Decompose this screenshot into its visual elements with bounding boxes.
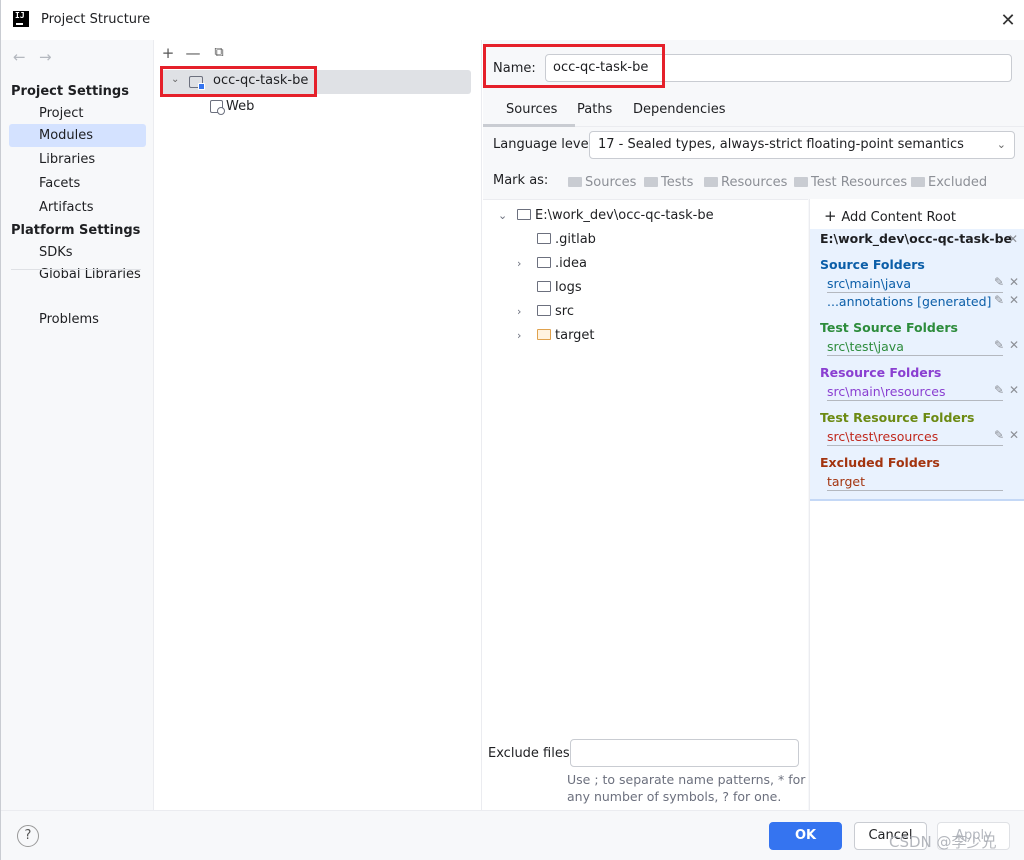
chevron-right-icon[interactable]: ›: [517, 329, 521, 342]
excluded-folder-icon: [537, 329, 551, 340]
window-title: Project Structure: [41, 12, 151, 27]
highlight-box: [160, 66, 317, 97]
close-icon[interactable]: ✕: [997, 10, 1019, 32]
remove-icon[interactable]: ✕: [1009, 338, 1019, 352]
copy-icon[interactable]: ⧉: [210, 45, 228, 60]
content-root-box: E:\work_dev\occ-qc-task-be ✕ Source Fold…: [810, 229, 1024, 501]
module-settings-pane: Name: occ-qc-task-be Sources Paths Depen…: [483, 40, 1024, 810]
test-source-folders-title: Test Source Folders: [820, 320, 958, 335]
folder-icon: [517, 209, 531, 220]
chevron-down-icon: ⌄: [996, 138, 1006, 151]
mark-as-tests[interactable]: Tests: [644, 175, 693, 190]
folder-icon: [537, 305, 551, 316]
remove-icon[interactable]: ✕: [1009, 275, 1019, 289]
folder-icon: [537, 281, 551, 292]
sidebar-item-problems[interactable]: Problems: [9, 308, 146, 331]
test-source-folder-item: src\test\java: [827, 338, 1003, 356]
folder-icon: [537, 233, 551, 244]
add-icon: +: [824, 207, 842, 225]
mark-as-excluded[interactable]: Excluded: [911, 175, 987, 190]
active-tab-indicator: [483, 124, 575, 127]
tree-item-idea[interactable]: .idea: [537, 256, 587, 271]
chevron-right-icon[interactable]: ›: [517, 305, 521, 318]
file-tree: ⌄ E:\work_dev\occ-qc-task-be .gitlab › .…: [483, 199, 808, 810]
facet-web[interactable]: Web: [226, 99, 254, 114]
source-folder-item: ...annotations [generated]: [827, 294, 992, 309]
title-bar: IJ Project Structure ✕: [1, 0, 1024, 40]
watermark: CSDN @李少兄: [889, 833, 997, 851]
folder-icon: [537, 257, 551, 268]
remove-icon[interactable]: ✕: [1009, 293, 1019, 307]
web-facet-icon: [210, 100, 225, 115]
remove-content-root-icon[interactable]: ✕: [1008, 232, 1018, 246]
sidebar-item-libraries[interactable]: Libraries: [9, 148, 146, 171]
project-structure-dialog: IJ Project Structure ✕ ← → Project Setti…: [0, 0, 1024, 860]
add-icon[interactable]: +: [159, 44, 177, 62]
modules-tree-pane: + — ⧉ ⌄ occ-qc-task-be Web: [155, 40, 482, 810]
language-level-value: 17 - Sealed types, always-strict floatin…: [598, 137, 964, 152]
source-folders-title: Source Folders: [820, 257, 925, 272]
back-arrow-icon[interactable]: ←: [13, 48, 26, 66]
sidebar-item-artifacts[interactable]: Artifacts: [9, 196, 146, 219]
exclude-files-input[interactable]: [570, 739, 799, 767]
add-content-root-button[interactable]: + Add Content Root: [824, 207, 956, 225]
tree-root[interactable]: E:\work_dev\occ-qc-task-be: [517, 208, 714, 223]
edit-icon[interactable]: ✎: [994, 338, 1004, 352]
chevron-down-icon[interactable]: ⌄: [498, 209, 507, 222]
edit-icon[interactable]: ✎: [994, 293, 1004, 307]
content-root-path: E:\work_dev\occ-qc-task-be: [820, 231, 1013, 246]
folder-icon: [911, 177, 925, 187]
sidebar-item-modules[interactable]: Modules: [9, 124, 146, 147]
forward-arrow-icon[interactable]: →: [39, 48, 52, 66]
tab-sources[interactable]: Sources: [506, 102, 557, 117]
remove-icon[interactable]: ✕: [1009, 428, 1019, 442]
edit-icon[interactable]: ✎: [994, 275, 1004, 289]
tree-item-logs[interactable]: logs: [537, 280, 582, 295]
intellij-logo-icon: IJ: [13, 11, 29, 27]
chevron-right-icon[interactable]: ›: [517, 257, 521, 270]
language-level-select[interactable]: 17 - Sealed types, always-strict floatin…: [589, 131, 1015, 159]
folder-icon: [704, 177, 718, 187]
resource-folder-item: src\main\resources: [827, 383, 1003, 401]
tree-item-target[interactable]: target: [537, 328, 595, 343]
sidebar-divider: [11, 269, 141, 270]
excluded-folders-title: Excluded Folders: [820, 455, 940, 470]
tab-dependencies[interactable]: Dependencies: [633, 102, 726, 117]
excluded-folder-item: target: [827, 473, 1003, 491]
remove-icon[interactable]: ✕: [1009, 383, 1019, 397]
resource-folders-title: Resource Folders: [820, 365, 942, 380]
mark-as-test-resources[interactable]: Test Resources: [794, 175, 907, 190]
language-level-label: Language level:: [493, 137, 597, 152]
folder-icon: [568, 177, 582, 187]
test-resource-folders-title: Test Resource Folders: [820, 410, 975, 425]
test-resource-folder-item: src\test\resources: [827, 428, 1003, 446]
source-folder-item: src\main\java: [827, 275, 1003, 293]
ok-button[interactable]: OK: [769, 822, 842, 850]
sidebar-item-global-libraries[interactable]: Global Libraries: [9, 263, 146, 286]
exclude-files-hint: Use ; to separate name patterns, * for a…: [567, 772, 806, 804]
sidebar-item-facets[interactable]: Facets: [9, 172, 146, 195]
sidebar-item-project[interactable]: Project: [9, 102, 146, 125]
mark-as-label: Mark as:: [493, 173, 549, 188]
remove-icon[interactable]: —: [184, 44, 202, 62]
edit-icon[interactable]: ✎: [994, 383, 1004, 397]
tab-paths[interactable]: Paths: [577, 102, 612, 117]
mark-as-sources[interactable]: Sources: [568, 175, 636, 190]
sidebar: ← → Project Settings Project Modules Lib…: [1, 40, 154, 810]
sidebar-item-sdks[interactable]: SDKs: [9, 241, 146, 264]
help-icon[interactable]: ?: [17, 825, 39, 847]
dialog-button-bar: ? OK Cancel Apply CSDN @李少兄: [1, 810, 1024, 860]
edit-icon[interactable]: ✎: [994, 428, 1004, 442]
tree-item-src[interactable]: src: [537, 304, 574, 319]
highlight-box: [483, 44, 665, 88]
folder-icon: [644, 177, 658, 187]
project-settings-header: Project Settings: [11, 84, 129, 99]
platform-settings-header: Platform Settings: [11, 223, 141, 238]
tree-item-gitlab[interactable]: .gitlab: [537, 232, 596, 247]
folder-icon: [794, 177, 808, 187]
exclude-files-label: Exclude files:: [488, 746, 575, 761]
mark-as-resources[interactable]: Resources: [704, 175, 787, 190]
content-root-panel: + Add Content Root E:\work_dev\occ-qc-ta…: [809, 199, 1024, 810]
